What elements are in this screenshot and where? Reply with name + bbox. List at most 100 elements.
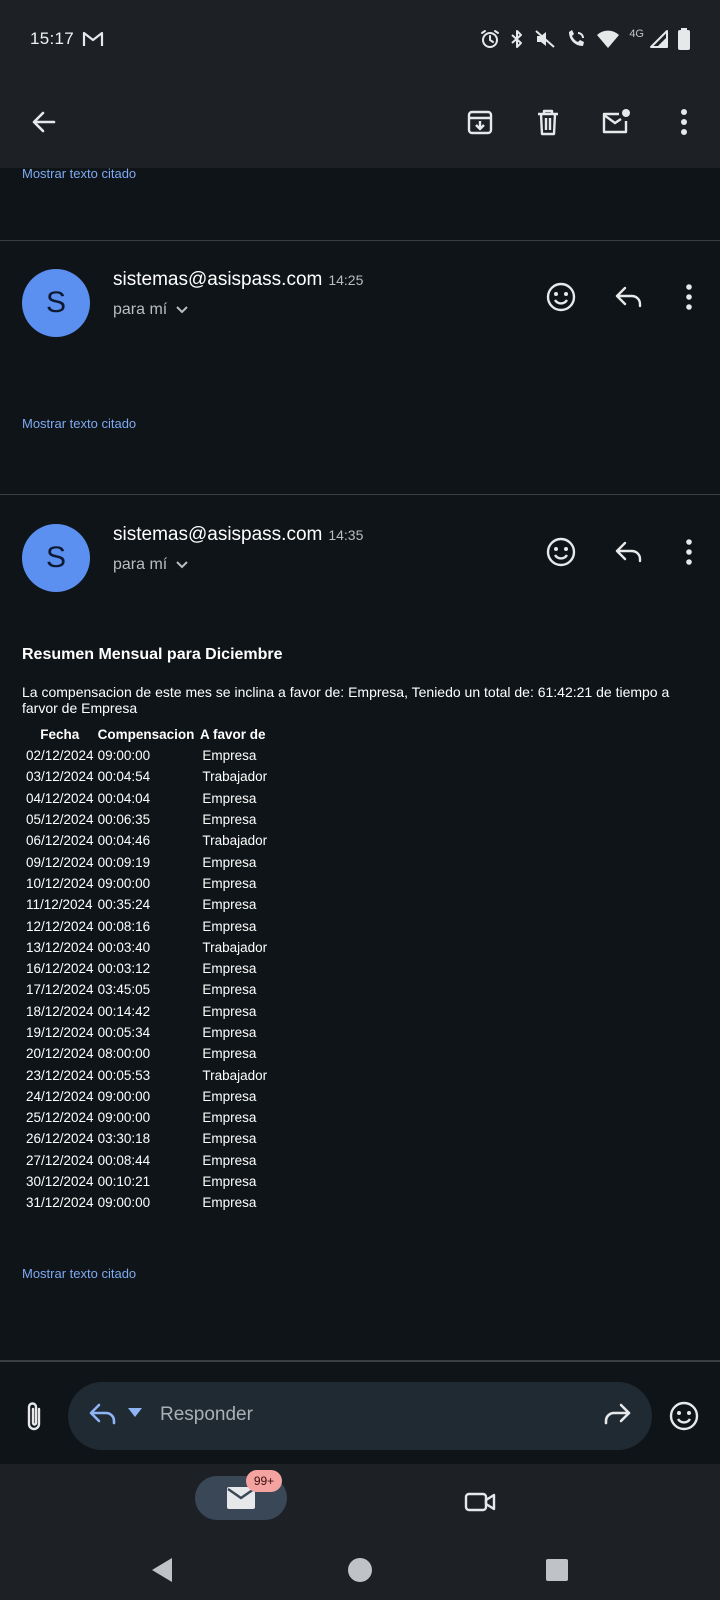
bottom-navigation: 99+ [0, 1464, 720, 1534]
in-favor-cell: Empresa [202, 1174, 257, 1190]
reply-icon[interactable] [88, 1400, 118, 1428]
table-row: 02/12/2024 09:00:00 Empresa [24, 745, 269, 766]
add-reaction-button[interactable] [541, 277, 581, 317]
date-cell: 16/12/2024 [26, 961, 94, 977]
add-reaction-button[interactable] [541, 532, 581, 572]
table-row: 09/12/2024 00:09:19 Empresa [24, 851, 269, 872]
more-vert-icon [686, 284, 692, 310]
compensation-cell: 03:45:05 [97, 982, 151, 998]
reply-button[interactable] [609, 277, 649, 317]
top-app-bar [0, 78, 720, 168]
archive-button[interactable] [456, 98, 504, 146]
back-button[interactable] [20, 98, 68, 146]
table-row: 26/12/2024 03:30:18 Empresa [24, 1128, 269, 1149]
compensation-cell: 09:00:00 [97, 1195, 151, 1211]
system-navigation [0, 1534, 720, 1600]
table-row: 18/12/2024 00:14:42 Empresa [24, 1001, 269, 1022]
message-more-button[interactable] [669, 277, 709, 317]
recipient-details[interactable]: para mí [113, 301, 189, 319]
compensation-cell: 00:04:46 [97, 833, 151, 849]
signal-icon [650, 30, 668, 48]
attach-button[interactable] [14, 1396, 54, 1436]
date-cell: 26/12/2024 [26, 1131, 94, 1147]
compensation-cell: 09:00:00 [97, 875, 151, 891]
date-cell: 20/12/2024 [26, 1046, 94, 1062]
table-row: 10/12/2024 09:00:00 Empresa [24, 873, 269, 894]
battery-icon [678, 28, 690, 50]
table-row: 20/12/2024 08:00:00 Empresa [24, 1043, 269, 1064]
date-cell: 30/12/2024 [26, 1174, 94, 1190]
forward-icon[interactable] [602, 1400, 632, 1428]
sender-email: sistemas@asispass.com [113, 524, 323, 545]
reply-placeholder[interactable]: Responder [160, 1404, 253, 1426]
message-time: 14:25 [328, 272, 364, 288]
show-quoted-text-link[interactable]: Mostrar texto citado [22, 416, 136, 431]
message-header[interactable]: S sistemas@asispass.com 14:35 para mí [0, 524, 720, 604]
system-home-button[interactable] [340, 1550, 380, 1590]
compensation-cell: 09:00:00 [97, 748, 151, 764]
compensation-cell: 00:05:53 [97, 1067, 151, 1083]
date-cell: 06/12/2024 [26, 833, 94, 849]
message-header[interactable]: S sistemas@asispass.com 14:25 para mí [0, 269, 720, 349]
in-favor-cell: Empresa [202, 875, 257, 891]
date-cell: 19/12/2024 [26, 1025, 94, 1040]
reply-emoji-button[interactable] [664, 1396, 704, 1436]
avatar[interactable]: S [22, 269, 90, 337]
in-favor-cell: Empresa [202, 918, 257, 934]
table-row: 04/12/2024 00:04:04 Empresa [24, 788, 269, 809]
video-camera-icon [464, 1492, 496, 1512]
date-cell: 11/12/2024 [26, 897, 93, 913]
wifi-call-icon [569, 30, 585, 46]
show-quoted-text-link[interactable]: Mostrar texto citado [22, 1266, 136, 1281]
caret-down-icon[interactable] [128, 1408, 142, 1418]
table-row: 30/12/2024 00:10:21 Empresa [24, 1171, 269, 1192]
mark-unread-button[interactable] [592, 98, 640, 146]
recipient-details[interactable]: para mí [113, 556, 189, 574]
in-favor-cell: Trabajador [202, 1067, 268, 1083]
compensation-cell: 00:14:42 [97, 1003, 151, 1019]
compensation-cell: 00:08:44 [97, 1152, 151, 1168]
more-options-button[interactable] [660, 98, 708, 146]
message-more-button[interactable] [669, 532, 709, 572]
in-favor-cell: Empresa [202, 1195, 257, 1211]
delete-button[interactable] [524, 98, 572, 146]
nav-meet-tab[interactable] [460, 1482, 500, 1522]
system-back-button[interactable] [142, 1550, 182, 1590]
recipient-label: para mí [113, 556, 168, 573]
table-row: 12/12/2024 00:08:16 Empresa [24, 915, 269, 936]
in-favor-cell: Empresa [202, 790, 257, 806]
table-row: 31/12/2024 09:00:00 Empresa [24, 1192, 269, 1213]
in-favor-cell: Empresa [202, 897, 257, 913]
table-row: 05/12/2024 00:06:35 Empresa [24, 809, 269, 830]
table-row: 25/12/2024 09:00:00 Empresa [24, 1107, 269, 1128]
report-title: Resumen Mensual para Diciembre [22, 646, 283, 663]
date-cell: 31/12/2024 [26, 1195, 94, 1211]
reply-bar: Responder [0, 1360, 720, 1464]
table-row: 24/12/2024 09:00:00 Empresa [24, 1086, 269, 1107]
table-row: 03/12/2024 00:04:54 Trabajador [24, 766, 269, 787]
status-bar: 15:17 4G [0, 0, 720, 78]
compensation-cell: 00:03:12 [97, 961, 151, 977]
compensation-cell: 00:04:04 [97, 790, 151, 806]
table-row: 06/12/2024 00:04:46 Trabajador [24, 830, 269, 851]
table-row: 17/12/2024 03:45:05 Empresa [24, 979, 269, 1000]
table-body: 02/12/2024 09:00:00 Empresa 03/12/2024 00:04… [24, 745, 269, 1214]
reply-field[interactable]: Responder [68, 1382, 652, 1450]
date-cell: 23/12/2024 [26, 1067, 94, 1083]
emoji-icon [669, 1401, 699, 1431]
chevron-down-icon [176, 561, 188, 569]
date-cell: 12/12/2024 [26, 918, 94, 934]
reply-button[interactable] [609, 532, 649, 572]
table-row: 23/12/2024 00:05:53 Trabajador [24, 1064, 269, 1085]
date-cell: 27/12/2024 [26, 1152, 94, 1168]
avatar[interactable]: S [22, 524, 90, 592]
system-recents-button[interactable] [537, 1550, 577, 1590]
in-favor-cell: Empresa [202, 812, 257, 828]
show-quoted-text-link[interactable]: Mostrar texto citado [22, 166, 136, 181]
compensation-cell: 00:04:54 [97, 769, 151, 785]
sender-name: sistemas@asispass.com 14:25 [113, 269, 363, 291]
in-favor-cell: Trabajador [202, 769, 268, 785]
date-cell: 13/12/2024 [26, 939, 94, 955]
divider [0, 494, 720, 495]
archive-icon [467, 110, 493, 135]
